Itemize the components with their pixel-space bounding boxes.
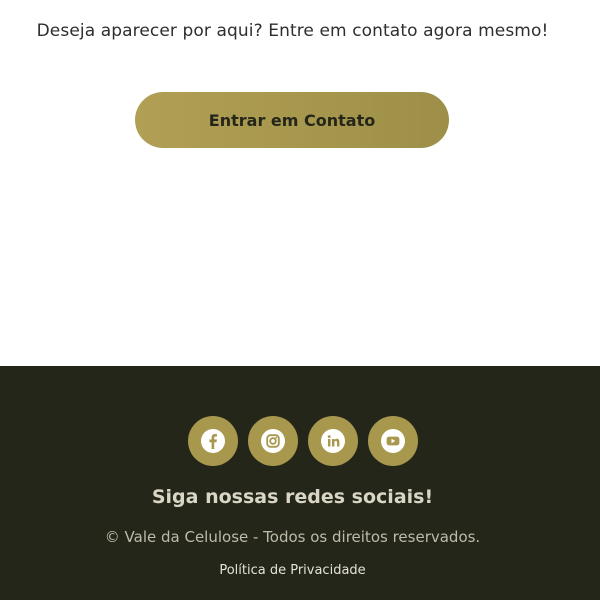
facebook-icon xyxy=(200,429,225,453)
linkedin-link[interactable] xyxy=(307,416,358,466)
contact-button[interactable]: Entrar em Contato xyxy=(135,92,449,148)
copyright-text: © Vale da Celulose - Todos os direitos r… xyxy=(104,528,481,546)
instagram-icon xyxy=(260,429,285,453)
facebook-link[interactable] xyxy=(187,416,238,466)
privacy-policy-link[interactable]: Política de Privacidade xyxy=(0,563,585,578)
cta-text: Deseja aparecer por aqui? Entre em conta… xyxy=(36,21,549,41)
footer: Siga nossas redes sociais! © Vale da Cel… xyxy=(0,366,600,600)
youtube-icon xyxy=(380,429,405,453)
social-links xyxy=(0,416,600,466)
youtube-link[interactable] xyxy=(367,416,418,466)
follow-title: Siga nossas redes sociais! xyxy=(151,486,434,508)
page: Deseja aparecer por aqui? Entre em conta… xyxy=(0,0,600,600)
cta-section: Deseja aparecer por aqui? Entre em conta… xyxy=(0,0,600,366)
instagram-link[interactable] xyxy=(247,416,298,466)
linkedin-icon xyxy=(320,429,345,453)
